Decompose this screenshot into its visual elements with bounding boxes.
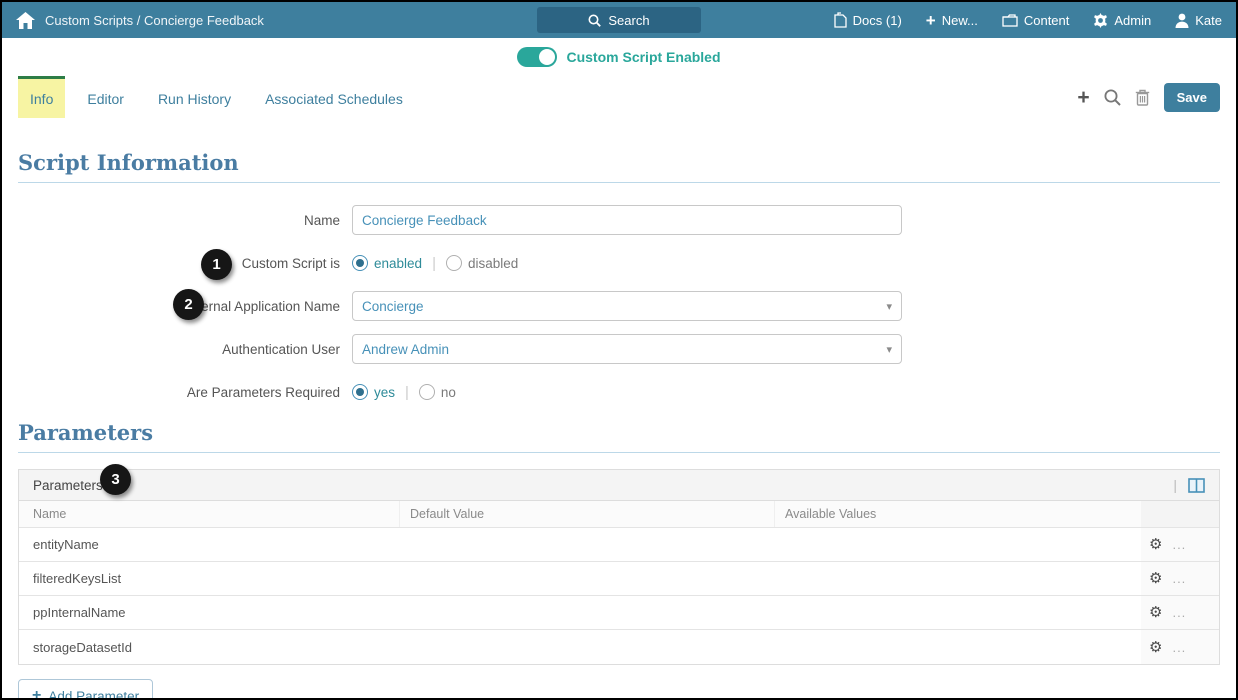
parameters-table-titlebar: Parameters |: [19, 470, 1219, 501]
plus-icon: +: [1077, 85, 1090, 109]
radio-yes[interactable]: yes: [352, 384, 395, 400]
authentication-user-label: Authentication User: [222, 341, 340, 357]
tab-editor[interactable]: Editor: [75, 76, 136, 118]
plus-icon: +: [925, 10, 936, 30]
script-information-heading: Script Information: [18, 150, 1220, 183]
table-row[interactable]: storageDatasetId ⚙ ...: [19, 630, 1219, 664]
docs-icon: [834, 12, 847, 28]
save-button[interactable]: Save: [1163, 82, 1220, 112]
more-actions-button[interactable]: ...: [1172, 640, 1186, 655]
radio-disabled[interactable]: disabled: [445, 255, 518, 271]
more-actions-button[interactable]: ...: [1172, 537, 1186, 552]
tab-bar: Info Editor Run History Associated Sched…: [2, 76, 1236, 118]
external-application-name-select[interactable]: Concierge ▾: [352, 291, 902, 321]
folder-icon: [1002, 13, 1018, 27]
app-window: Custom Scripts / Concierge Feedback Sear…: [0, 0, 1238, 700]
radio-circle: [352, 255, 368, 271]
gear-icon[interactable]: ⚙: [1149, 605, 1162, 620]
chevron-down-icon: ▾: [886, 300, 892, 313]
nav-item-content[interactable]: Content: [1002, 13, 1069, 28]
parameters-table-title: Parameters: [33, 477, 103, 493]
gear-icon: [1094, 12, 1108, 28]
column-header-default-value[interactable]: Default Value: [399, 501, 774, 527]
nav-item-admin[interactable]: Admin: [1093, 12, 1151, 28]
tab-info[interactable]: Info: [18, 76, 66, 118]
tab-run-history[interactable]: Run History: [146, 76, 243, 118]
callout-badge-3: 3: [100, 464, 131, 495]
parameters-required-label: Are Parameters Required: [186, 384, 340, 400]
search-button[interactable]: Search: [537, 7, 701, 33]
name-label: Name: [303, 212, 340, 228]
table-row[interactable]: entityName ⚙ ...: [19, 528, 1219, 562]
toggle-knob: [539, 49, 556, 65]
name-input[interactable]: [352, 205, 902, 235]
nav-item-user[interactable]: Kate: [1175, 13, 1222, 28]
delete-button[interactable]: [1135, 89, 1150, 106]
search-icon: [1104, 89, 1121, 106]
radio-enabled[interactable]: enabled: [352, 255, 422, 271]
gear-icon[interactable]: ⚙: [1149, 640, 1162, 655]
more-actions-button[interactable]: ...: [1172, 605, 1186, 620]
more-actions-button[interactable]: ...: [1172, 571, 1186, 586]
trash-icon: [1135, 89, 1149, 106]
top-navigation-bar: Custom Scripts / Concierge Feedback Sear…: [2, 2, 1236, 38]
column-chooser-icon[interactable]: [1188, 477, 1205, 493]
column-header-available-values[interactable]: Available Values: [774, 501, 1141, 527]
column-header-actions: [1141, 501, 1219, 527]
custom-script-is-label: Custom Script is: [241, 255, 340, 271]
add-parameter-button[interactable]: + Add Parameter: [18, 679, 154, 700]
toggle-label: Custom Script Enabled: [566, 49, 721, 65]
radio-circle: [352, 384, 368, 400]
table-row[interactable]: filteredKeysList ⚙ ...: [19, 562, 1219, 596]
table-row[interactable]: ppInternalName ⚙ ...: [19, 596, 1219, 630]
radio-no[interactable]: no: [418, 384, 456, 400]
add-button[interactable]: +: [1077, 87, 1089, 108]
divider: |: [432, 254, 436, 272]
callout-badge-2: 2: [173, 289, 204, 320]
radio-circle: [418, 384, 435, 400]
column-header-name[interactable]: Name: [19, 507, 399, 521]
callout-badge-1: 1: [201, 249, 232, 280]
plus-icon: +: [32, 687, 42, 700]
parameters-heading: Parameters: [18, 420, 1220, 453]
script-enabled-toggle-row: Custom Script Enabled: [2, 38, 1236, 76]
search-records-button[interactable]: [1104, 89, 1121, 106]
table-column-headers: Name Default Value Available Values: [19, 501, 1219, 528]
tab-associated-schedules[interactable]: Associated Schedules: [253, 76, 415, 118]
divider: |: [1173, 477, 1177, 493]
radio-circle: [445, 255, 462, 271]
nav-item-docs[interactable]: Docs (1): [834, 12, 902, 28]
home-icon[interactable]: [16, 11, 35, 29]
nav-item-new[interactable]: + New...: [926, 12, 978, 29]
authentication-user-select[interactable]: Andrew Admin ▾: [352, 334, 902, 364]
divider: |: [405, 383, 409, 401]
breadcrumb: Custom Scripts / Concierge Feedback: [45, 12, 264, 28]
search-icon: [588, 14, 602, 27]
gear-icon[interactable]: ⚙: [1149, 571, 1162, 586]
custom-script-enabled-toggle[interactable]: [517, 47, 558, 67]
gear-icon[interactable]: ⚙: [1149, 537, 1162, 552]
parameters-table: Parameters | Name Default Value Availabl…: [18, 469, 1220, 665]
user-icon: [1175, 13, 1189, 28]
chevron-down-icon: ▾: [886, 343, 892, 356]
